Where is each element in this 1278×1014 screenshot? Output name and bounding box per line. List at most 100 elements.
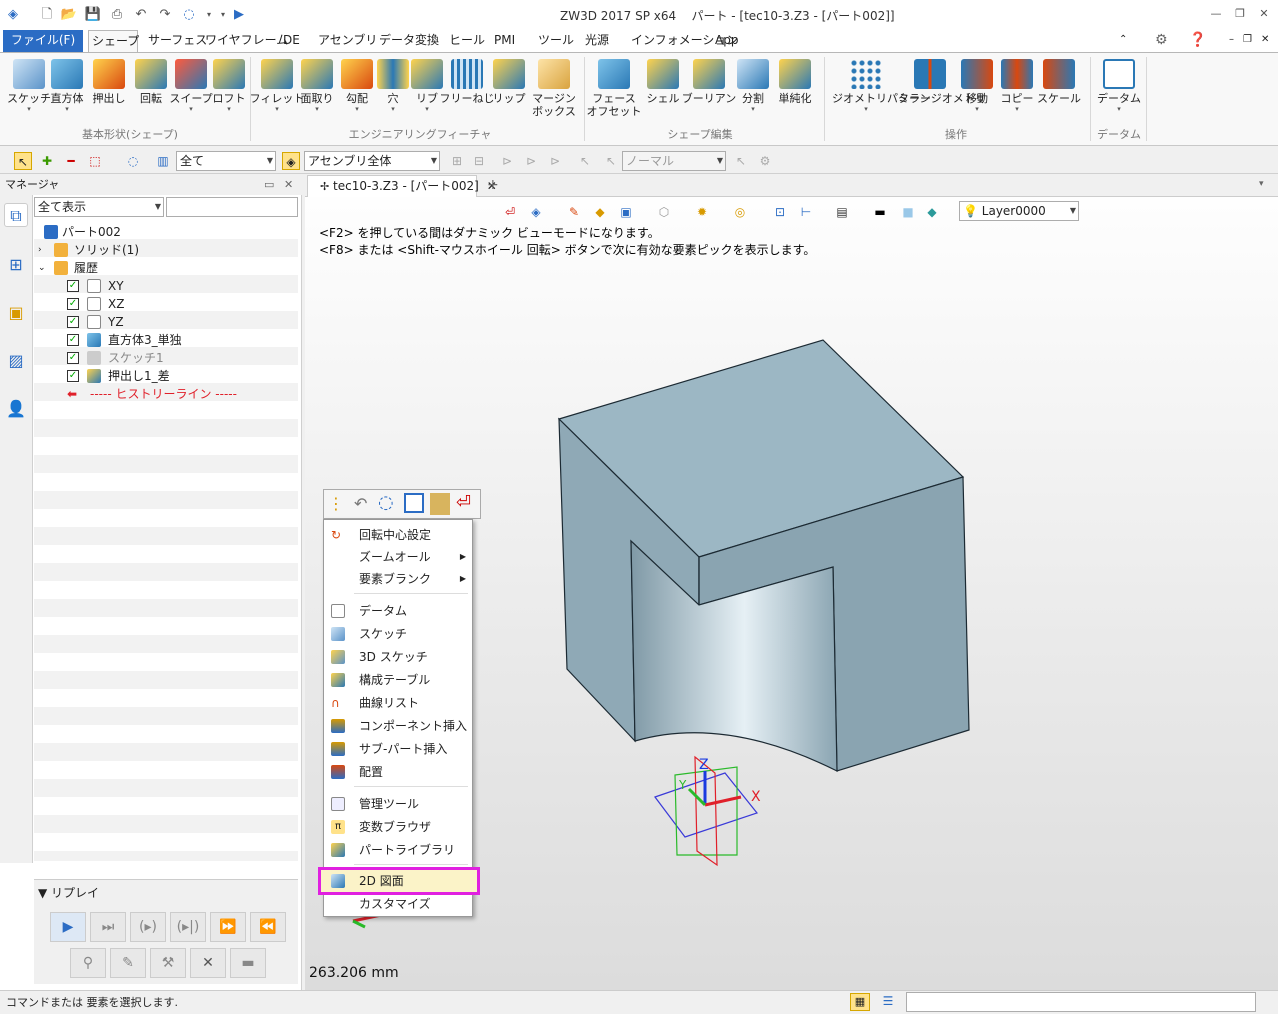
scale-button[interactable]: スケール <box>1036 57 1082 129</box>
user-icon[interactable]: 👤 <box>4 397 28 421</box>
tree-item-solid[interactable]: › ソリッド(1) <box>34 241 298 259</box>
minimize-button[interactable]: — <box>1204 4 1228 24</box>
menu-item-curve-list[interactable]: ∩ 曲線リスト <box>324 692 472 714</box>
menu-item-customize[interactable]: カスタマイズ <box>324 893 472 915</box>
exit-icon[interactable]: ⏎ <box>456 492 471 513</box>
replay-play-button[interactable]: ▶ <box>50 912 86 942</box>
visibility-checkbox[interactable]: ✓ <box>67 352 79 364</box>
menu-item-part-library[interactable]: パートライブラリ <box>324 839 472 861</box>
menu-item-sketch[interactable]: スケッチ <box>324 623 472 645</box>
visibility-checkbox[interactable]: ✓ <box>67 298 79 310</box>
tool-icon[interactable]: ⊳ <box>522 152 540 170</box>
select-pointer-icon[interactable]: ↖ <box>14 152 32 170</box>
restore-button[interactable]: ❐ <box>1228 4 1252 24</box>
assembly-tree-icon[interactable]: ⊞ <box>4 253 28 277</box>
tab-wireframe[interactable]: ワイヤフレーム <box>202 30 291 52</box>
menu-item-datum[interactable]: データム <box>324 600 472 622</box>
display-filter-select[interactable]: 全て表示 ▼ <box>34 197 164 217</box>
add-icon[interactable]: ✚ <box>38 152 56 170</box>
gear-icon[interactable]: ⚙ <box>756 152 774 170</box>
play-icon[interactable]: ▶ <box>230 6 248 24</box>
replay-edit-button[interactable]: ✎ <box>110 948 146 978</box>
view-icon[interactable]: ▨ <box>4 349 28 373</box>
undo-icon[interactable]: ↶ <box>132 6 150 24</box>
pin-icon[interactable]: ▭ <box>264 175 274 195</box>
replay-step-button[interactable]: ⏭ <box>90 912 126 942</box>
menu-item-insert-subpart[interactable]: サブ-パート挿入 <box>324 738 472 760</box>
tab-heal[interactable]: ヒール <box>446 30 488 52</box>
pick-icon[interactable]: ↖ <box>602 152 620 170</box>
tree-item-extrude[interactable]: ✓ 押出し1_差 <box>34 367 298 385</box>
edit-icon[interactable] <box>404 493 424 513</box>
menu-item-rotation-center[interactable]: ↻ 回転中心設定 <box>324 524 472 546</box>
assembly-scope-icon[interactable]: ◈ <box>282 152 300 170</box>
menu-item-blank-element[interactable]: 要素ブランク ▶ <box>324 568 472 590</box>
datum-button[interactable]: データム ▾ <box>1096 57 1142 129</box>
replay-tool-button[interactable]: ⚒ <box>150 948 186 978</box>
chevron-right-icon[interactable]: › <box>38 241 42 259</box>
visibility-checkbox[interactable]: ✓ <box>67 334 79 346</box>
tab-tools[interactable]: ツール <box>535 30 577 52</box>
save-icon[interactable]: 💾 <box>84 6 102 24</box>
replay-rewind-button[interactable]: ⏪ <box>250 912 286 942</box>
list-view-icon[interactable]: ☰ <box>878 993 898 1011</box>
replay-link-button[interactable]: ⚲ <box>70 948 106 978</box>
restore-doc-icon[interactable]: ❐ <box>1240 30 1255 52</box>
margin-box-button[interactable]: マージン ボックス <box>530 57 578 129</box>
replay-header[interactable]: ▼ リプレイ <box>38 884 99 901</box>
tool-icon[interactable]: ⊳ <box>546 152 564 170</box>
close-doc-icon[interactable]: ✕ <box>1258 30 1272 52</box>
tab-file[interactable]: ファイル(F) <box>3 30 83 52</box>
filter-select[interactable]: 全て ▼ <box>176 151 276 171</box>
tab-pmi[interactable]: PMI <box>491 30 518 52</box>
menu-item-config-table[interactable]: 構成テーブル <box>324 669 472 691</box>
tree-item-xy[interactable]: ✓ XY <box>34 277 298 295</box>
menu-item-2d-drawing[interactable]: 2D 図面 <box>318 867 480 895</box>
solid-model[interactable] <box>557 339 970 772</box>
menu-item-placement[interactable]: 配置 <box>324 761 472 783</box>
replay-step-over-button[interactable]: (▸|) <box>170 912 206 942</box>
tool-icon[interactable]: ⊞ <box>448 152 466 170</box>
visibility-checkbox[interactable]: ✓ <box>67 316 79 328</box>
scope-select[interactable]: アセンブリ全体 ▼ <box>304 151 440 171</box>
tab-app[interactable]: App <box>712 30 741 52</box>
close-icon[interactable]: ✕ <box>284 175 293 195</box>
menu-item-insert-component[interactable]: コンポーネント挿入 <box>324 715 472 737</box>
replay-delete-button[interactable]: ✕ <box>190 948 226 978</box>
tree-item-history-line[interactable]: ⬅ ----- ヒストリーライン ----- <box>34 385 298 403</box>
face-offset-button[interactable]: フェース オフセット <box>587 57 642 129</box>
tool-icon[interactable]: ⊳ <box>498 152 516 170</box>
redo-icon[interactable]: ↷ <box>156 6 174 24</box>
visibility-checkbox[interactable]: ✓ <box>67 280 79 292</box>
menu-item-manager-tool[interactable]: 管理ツール <box>324 793 472 815</box>
tree-item-sketch[interactable]: ✓ スケッチ1 <box>34 349 298 367</box>
mode-select[interactable]: ノーマル ▼ <box>622 151 726 171</box>
geometry-pattern-button[interactable]: ジオメトリパターン ▾ <box>832 57 930 129</box>
box-select-icon[interactable]: ⬚ <box>86 152 104 170</box>
search-input[interactable] <box>166 197 298 217</box>
command-input[interactable] <box>906 992 1256 1012</box>
help-icon[interactable]: ❓ <box>1186 30 1209 52</box>
close-button[interactable]: ✕ <box>1252 4 1276 24</box>
replay-step-in-button[interactable]: (▸) <box>130 912 166 942</box>
undo-icon[interactable]: ↶ <box>354 494 367 513</box>
tab-assembly[interactable]: アセンブリ <box>315 30 380 52</box>
rebuild-icon[interactable]: ◌ <box>180 6 198 24</box>
tab-de[interactable]: DE <box>280 30 303 52</box>
pick-icon[interactable]: ↖ <box>576 152 594 170</box>
pick-icon[interactable]: ↖ <box>732 152 750 170</box>
tree-item-history[interactable]: ⌄ 履歴 <box>34 259 298 277</box>
replay-fast-forward-button[interactable]: ⏩ <box>210 912 246 942</box>
clipboard-icon[interactable] <box>430 493 450 515</box>
tab-data-convert[interactable]: データ変換 <box>376 30 442 52</box>
tool-icon[interactable]: ⊟ <box>470 152 488 170</box>
simplify-button[interactable]: 単純化 <box>772 57 818 129</box>
replay-hide-button[interactable]: ▬ <box>230 948 266 978</box>
gear-icon[interactable]: ⚙ <box>1152 30 1171 52</box>
tab-surface[interactable]: サーフェス <box>145 30 210 52</box>
menu-item-3d-sketch[interactable]: 3D スケッチ <box>324 646 472 668</box>
rebuild-icon[interactable]: ◌ <box>378 492 394 513</box>
history-icon[interactable]: ⋮ <box>328 494 344 513</box>
history-manager-icon[interactable]: ⧉ <box>4 203 28 227</box>
minimize-doc-icon[interactable]: – <box>1226 30 1237 52</box>
